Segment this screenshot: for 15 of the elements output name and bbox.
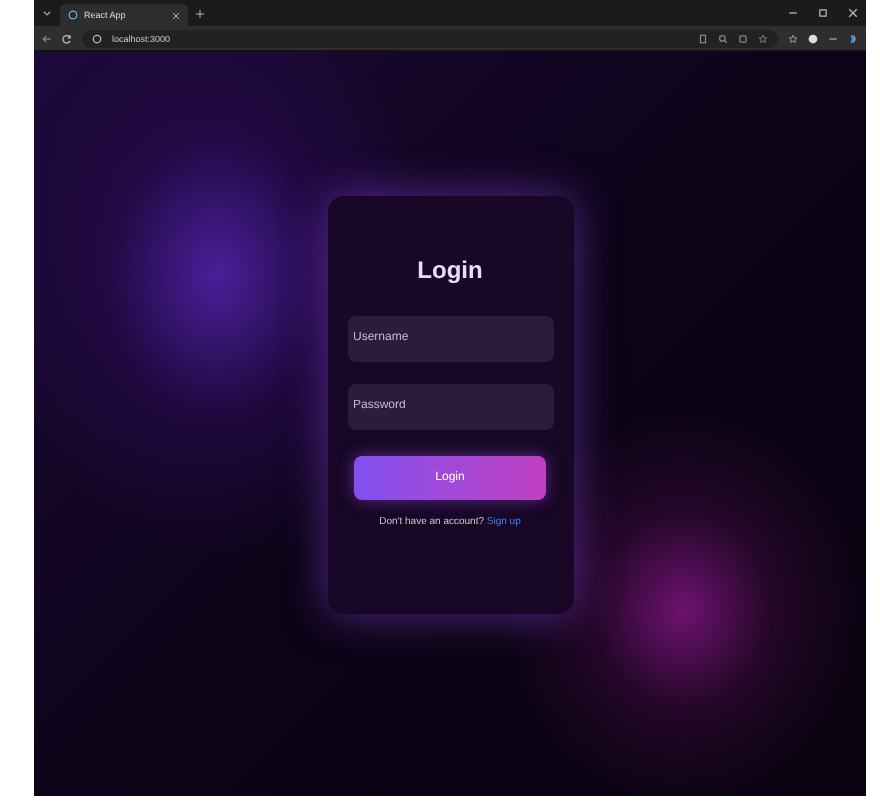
tab-list-icon[interactable] [42, 8, 52, 18]
close-icon[interactable] [848, 8, 858, 18]
minimize-icon[interactable] [788, 8, 798, 18]
zoom-icon[interactable] [718, 33, 728, 43]
new-tab-icon[interactable] [196, 9, 204, 17]
back-arrow-icon[interactable] [42, 33, 52, 43]
page-icon[interactable] [698, 33, 708, 43]
maximize-icon[interactable] [818, 8, 828, 18]
login-title: Login [417, 255, 483, 283]
menu-icon[interactable] [828, 33, 838, 43]
profile-icon[interactable] [808, 33, 818, 43]
reload-icon[interactable] [62, 33, 72, 43]
close-tab-icon[interactable] [172, 11, 180, 19]
favorites-icon[interactable] [788, 33, 798, 43]
star-icon[interactable] [758, 33, 768, 43]
